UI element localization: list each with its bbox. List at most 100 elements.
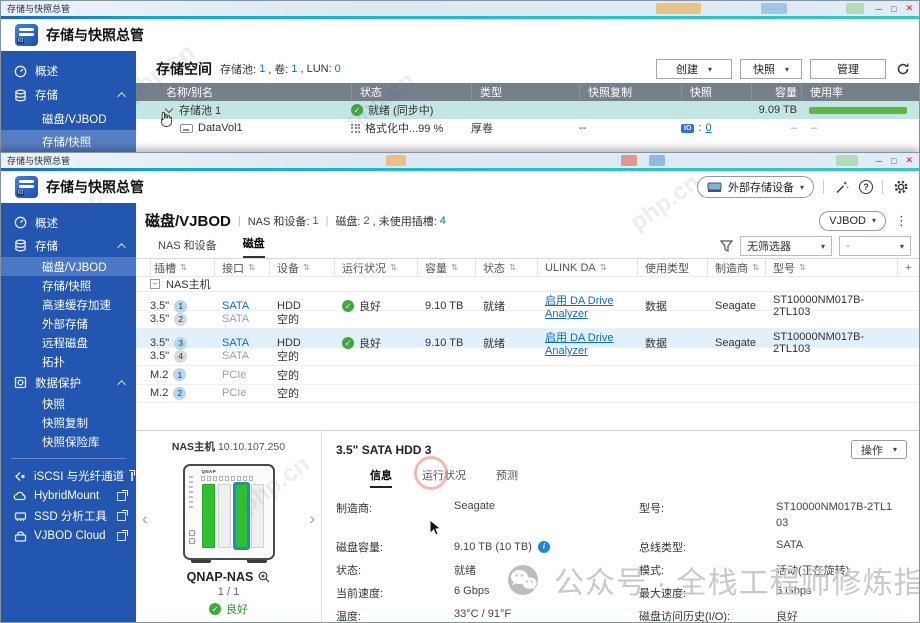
- desktop-blob: [836, 155, 858, 166]
- sidebar-item-iscsi[interactable]: iSCSI 与光纤通道: [1, 466, 136, 486]
- sidebar-item-storage-snapshots[interactable]: 存储/快照: [1, 130, 136, 152]
- table-row-slot3[interactable]: 3.5"3 SATA HDD ✓良好 9.10 TB 就绪 启用 DA Driv…: [136, 329, 919, 348]
- close-icon[interactable]: ✕: [905, 3, 913, 14]
- zoom-icon[interactable]: [258, 571, 270, 583]
- sidebar-item-overview[interactable]: 概述: [1, 59, 136, 83]
- sidebar-item-disks-vjbod[interactable]: 磁盘/VJBOD: [1, 257, 136, 276]
- sidebar-item-snapshot-replica[interactable]: 快照复制: [1, 413, 136, 432]
- desktop-blob: [761, 3, 787, 14]
- app-icon: IO: [15, 176, 38, 198]
- drive-bay-3[interactable]: [235, 484, 248, 548]
- app-title: 存储与快照总管: [46, 25, 144, 45]
- sidebar-item-snapshot[interactable]: 快照: [1, 394, 136, 413]
- window-titlebar[interactable]: 存储与快照总管 ─ □ ✕: [1, 153, 919, 168]
- funnel-icon: [720, 240, 733, 252]
- table-row-slot4[interactable]: 3.5"4 SATA 空的: [136, 348, 919, 367]
- collapse-icon[interactable]: –: [150, 279, 160, 289]
- gear-icon[interactable]: [892, 179, 909, 196]
- sort-icon: ⇅: [390, 263, 397, 273]
- external-link-icon: [117, 492, 126, 501]
- nas-front-image[interactable]: QNAP: [183, 464, 275, 560]
- chevron-down-icon: ▾: [872, 216, 876, 225]
- help-icon[interactable]: ?: [859, 180, 873, 194]
- create-button[interactable]: 创建▾: [656, 59, 732, 79]
- snapshot-button[interactable]: 快照▾: [740, 59, 802, 79]
- window-titlebar[interactable]: 存储与快照总管 ─ □ ✕: [1, 1, 919, 16]
- table-group-row[interactable]: – NAS主机: [136, 276, 919, 292]
- arrow-left-icon: [13, 471, 27, 482]
- tab-info[interactable]: 信息: [370, 467, 392, 488]
- table-row-slot1[interactable]: 3.5"1 SATA HDD ✓良好 9.10 TB 就绪 启用 DA Driv…: [136, 292, 919, 311]
- drive-bay-1[interactable]: [202, 484, 215, 548]
- sidebar-item-hybridmount[interactable]: HybridMount: [1, 486, 136, 506]
- table-row-pool[interactable]: 存储池 1 ✓就绪 (同步中) 9.09 TB: [136, 101, 919, 119]
- desktop-blob: [621, 155, 637, 166]
- sidebar-item-external-storage[interactable]: 外部存储: [1, 314, 136, 333]
- sidebar-group-storage[interactable]: 存储: [1, 83, 136, 107]
- sidebar-item-cache-acceleration[interactable]: 高速缓存加速: [1, 295, 136, 314]
- kebab-menu-icon[interactable]: ⋮: [892, 213, 911, 229]
- chevron-down-icon: ▾: [708, 65, 712, 74]
- gauge-icon: [13, 216, 27, 229]
- manage-button[interactable]: 管理: [810, 59, 886, 79]
- cloud-box-icon: [13, 531, 27, 542]
- snapshot-count-link[interactable]: 0: [705, 122, 711, 134]
- table-row-volume[interactable]: DataVol1 格式化中...99 % 厚卷 -- IO:0 – –: [136, 119, 919, 137]
- window-title: 存储与快照总管: [7, 2, 70, 15]
- sort-icon: ⇅: [752, 263, 759, 273]
- wand-icon[interactable]: [833, 179, 850, 196]
- volume-icon: [180, 124, 193, 133]
- tab-prediction[interactable]: 预测: [496, 467, 518, 488]
- maximize-icon[interactable]: □: [891, 4, 896, 14]
- sidebar-group-storage[interactable]: 存储: [1, 234, 136, 257]
- app-title: 存储与快照总管: [46, 177, 144, 197]
- refresh-icon[interactable]: [894, 61, 911, 78]
- tab-health[interactable]: 运行状况: [422, 467, 466, 488]
- tab-disks[interactable]: 磁盘: [243, 235, 265, 258]
- storage-snapshots-window-back: 存储与快照总管 ─ □ ✕ IO 存储与快照总管 概述 存储 磁盘/VJBOD …: [0, 0, 920, 153]
- sidebar-item-disks-vjbod[interactable]: 磁盘/VJBOD: [1, 107, 136, 130]
- vjbod-button[interactable]: VJBOD ▾: [819, 211, 886, 231]
- minimize-icon[interactable]: ─: [876, 156, 882, 166]
- sort-icon: ⇅: [799, 263, 806, 273]
- desktop-blob: [846, 3, 864, 14]
- tab-nas-and-devices[interactable]: NAS 和设备: [158, 237, 217, 258]
- sidebar-item-snapshot-vault[interactable]: 快照保险库: [1, 432, 136, 451]
- nas-name: QNAP-NAS: [187, 570, 254, 584]
- sidebar-item-storage-snapshots[interactable]: 存储/快照: [1, 276, 136, 295]
- maximize-icon[interactable]: □: [891, 156, 896, 166]
- close-icon[interactable]: ✕: [905, 155, 913, 166]
- table-row-slot2[interactable]: 3.5"2 SATA 空的: [136, 311, 919, 330]
- action-button[interactable]: 操作 ▾: [851, 440, 907, 459]
- sidebar-item-overview[interactable]: 概述: [1, 211, 136, 234]
- minimize-icon[interactable]: ─: [876, 4, 882, 14]
- check-icon: ✓: [351, 104, 363, 116]
- external-storage-device-button[interactable]: 外部存储设备 ▾: [697, 176, 814, 198]
- database-icon: [13, 89, 27, 102]
- window-title: 存储与快照总管: [7, 154, 70, 167]
- chevron-up-icon: [117, 92, 125, 100]
- sort-icon: ⇅: [600, 263, 607, 273]
- chevron-down-icon[interactable]: [165, 105, 173, 113]
- add-column-button[interactable]: +: [897, 259, 919, 276]
- drive-bay-2[interactable]: [218, 484, 231, 548]
- sidebar-item-topology[interactable]: 拓扑: [1, 352, 136, 371]
- sidebar-group-data-protection[interactable]: 数据保护: [1, 371, 136, 394]
- filter-select[interactable]: 无筛选器▾: [740, 236, 832, 256]
- drive-bay-4[interactable]: [251, 484, 264, 548]
- filter-secondary-select[interactable]: -▾: [839, 236, 911, 256]
- desktop-blob: [656, 3, 701, 14]
- desktop-blob: [386, 155, 406, 166]
- info-icon[interactable]: i: [538, 541, 550, 553]
- nas-count: 1 / 1: [136, 586, 321, 598]
- sidebar-item-vjbod-cloud[interactable]: VJBOD Cloud: [1, 526, 136, 546]
- carousel-next-icon[interactable]: ›: [309, 509, 315, 529]
- sidebar-item-remote-disk[interactable]: 远程磁盘: [1, 333, 136, 352]
- table-row-m2-1[interactable]: M.21 PCIe 空的: [136, 366, 919, 385]
- table-row-m2-2[interactable]: M.22 PCIe 空的: [136, 385, 919, 404]
- app-icon-badge: IO: [17, 190, 24, 196]
- chevron-down-icon: ▾: [821, 242, 825, 251]
- carousel-prev-icon[interactable]: ‹: [142, 509, 148, 529]
- slot-number-badge: 1: [173, 368, 186, 381]
- sidebar-item-ssd-profiling[interactable]: SSD 分析工具: [1, 506, 136, 526]
